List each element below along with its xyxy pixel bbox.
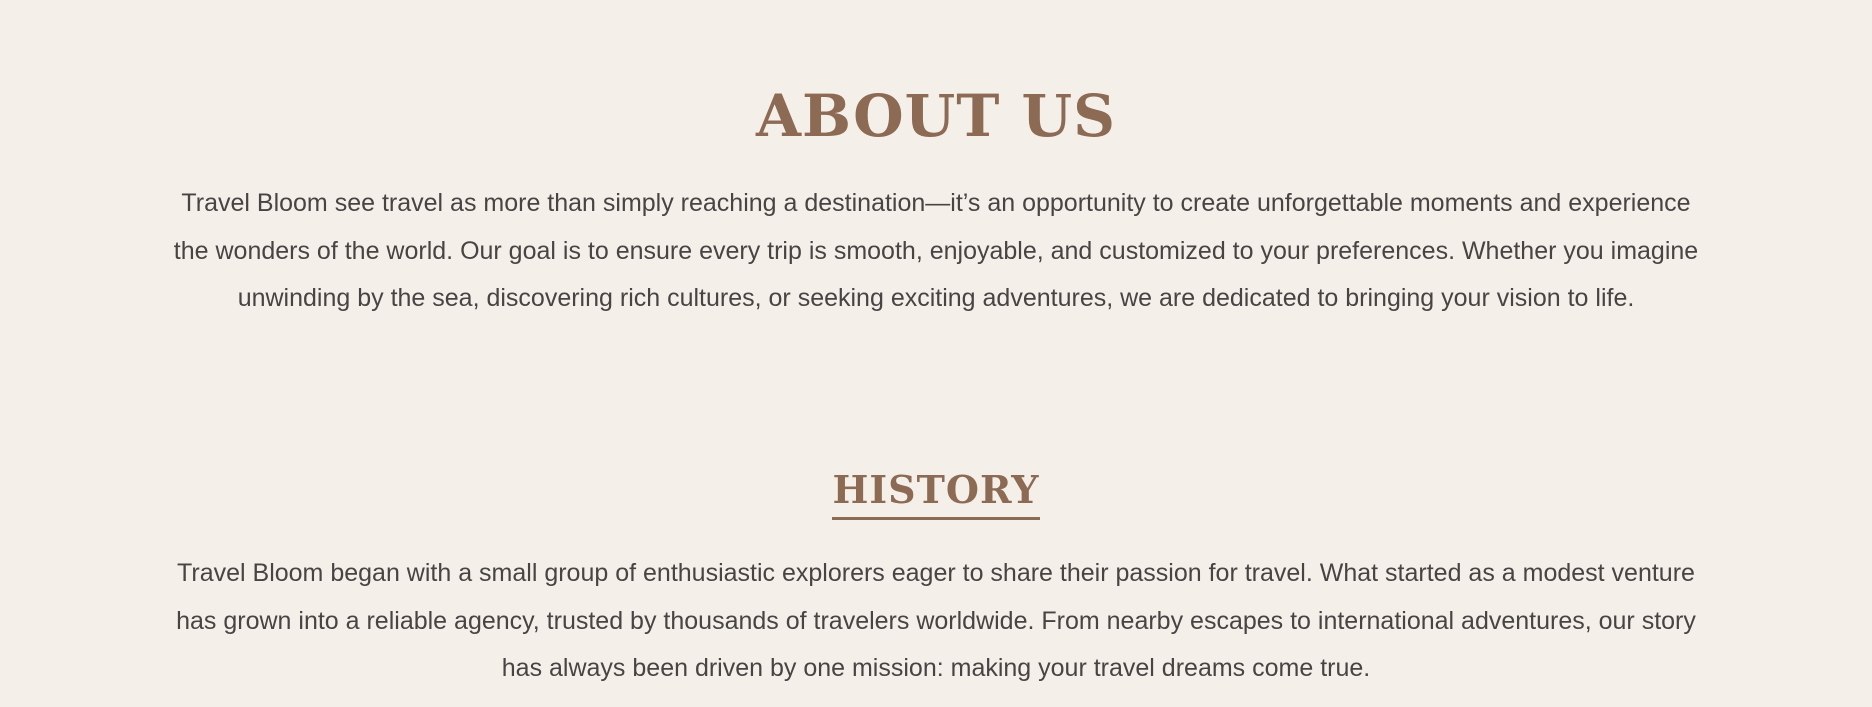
history-paragraph: Travel Bloom began with a small group of… [176,559,1696,682]
about-us-paragraph: Travel Bloom see travel as more than sim… [173,189,1699,312]
history-title: HISTORY [0,464,1872,520]
about-page: ABOUT US Travel Bloom see travel as more… [0,0,1872,707]
history-title-text: HISTORY [832,464,1040,520]
about-us-title: ABOUT US [755,82,1117,150]
